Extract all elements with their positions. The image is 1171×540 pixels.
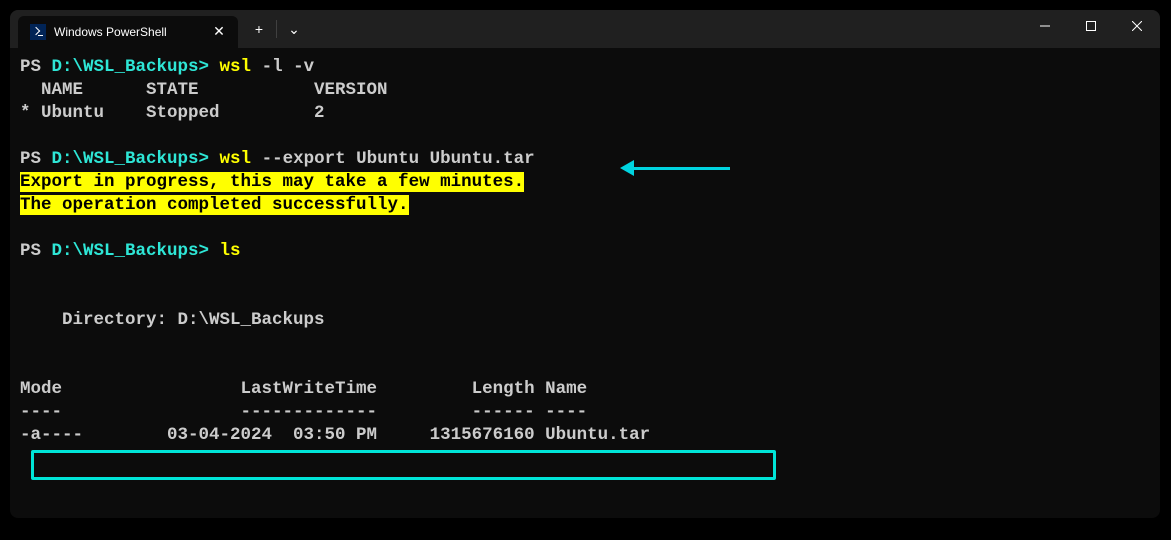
directory-label: Directory: D:\WSL_Backups — [20, 309, 1150, 332]
prompt-line-2: PS D:\WSL_Backups> wsl --export Ubuntu U… — [20, 148, 1150, 171]
annotation-arrow — [620, 158, 730, 178]
terminal-content[interactable]: PS D:\WSL_Backups> wsl -l -v NAME STATE … — [10, 48, 1160, 455]
wsl-list-header: NAME STATE VERSION — [20, 79, 1150, 102]
maximize-button[interactable] — [1068, 10, 1114, 42]
blank-line — [20, 355, 1150, 378]
wsl-list-row: * Ubuntu Stopped 2 — [20, 102, 1150, 125]
terminal-window: Windows PowerShell ✕ + ⌄ PS D:\WSL_Backu… — [10, 10, 1160, 518]
blank-line — [20, 286, 1150, 309]
tab-actions: + ⌄ — [244, 10, 309, 48]
close-window-button[interactable] — [1114, 10, 1160, 42]
divider — [276, 20, 277, 38]
new-tab-button[interactable]: + — [244, 14, 274, 44]
blank-line — [20, 263, 1150, 286]
tab-dropdown-button[interactable]: ⌄ — [279, 14, 309, 44]
blank-line — [20, 125, 1150, 148]
table-header: Mode LastWriteTime Length Name — [20, 378, 1150, 401]
table-row: -a---- 03-04-2024 03:50 PM 1315676160 Ub… — [20, 424, 1150, 447]
prompt-line-1: PS D:\WSL_Backups> wsl -l -v — [20, 56, 1150, 79]
arrow-line-icon — [630, 167, 730, 170]
titlebar: Windows PowerShell ✕ + ⌄ — [10, 10, 1160, 48]
prompt-line-3: PS D:\WSL_Backups> ls — [20, 240, 1150, 263]
tab-powershell[interactable]: Windows PowerShell ✕ — [18, 16, 238, 48]
table-divider: ---- ------------- ------ ---- — [20, 401, 1150, 424]
export-msg-1: Export in progress, this may take a few … — [20, 171, 1150, 194]
tabs-area: Windows PowerShell ✕ + ⌄ — [10, 10, 309, 48]
blank-line — [20, 217, 1150, 240]
tab-title: Windows PowerShell — [54, 25, 202, 39]
powershell-icon — [30, 24, 46, 40]
blank-line — [20, 332, 1150, 355]
export-msg-2: The operation completed successfully. — [20, 194, 1150, 217]
minimize-button[interactable] — [1022, 10, 1068, 42]
tab-close-button[interactable]: ✕ — [210, 24, 228, 41]
window-controls — [1022, 10, 1160, 48]
